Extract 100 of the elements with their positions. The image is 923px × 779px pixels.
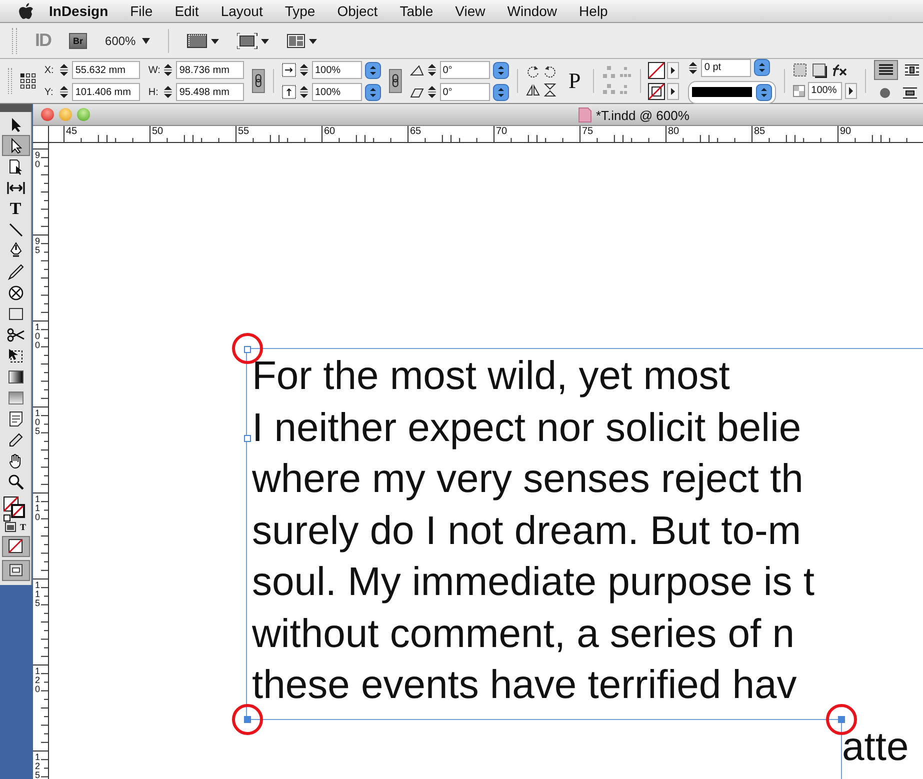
stepper-icon[interactable]: [298, 85, 309, 99]
menu-item[interactable]: Edit: [164, 3, 210, 19]
pen-tool-icon: [8, 242, 22, 259]
stroke-weight-field[interactable]: 0 pt: [701, 58, 752, 76]
h-label: H:: [148, 86, 160, 98]
app-logo: ID: [35, 30, 51, 51]
frame-handle[interactable]: [244, 716, 251, 723]
ruler-label: 45: [66, 126, 78, 137]
scale-y-icon: [282, 85, 296, 99]
text-line: without comment, a series of n: [252, 610, 794, 658]
corner-options-icon[interactable]: [793, 62, 810, 78]
menu-item[interactable]: Table: [388, 3, 444, 19]
frame-handle[interactable]: [838, 716, 845, 723]
rectangle-frame-icon: [8, 284, 24, 300]
dropdown-arrows-icon[interactable]: [492, 84, 509, 100]
stroke-swatch-icon[interactable]: [648, 83, 680, 100]
tool-button[interactable]: T: [2, 198, 30, 219]
y-position-field[interactable]: 101.406 mm: [72, 83, 140, 101]
drop-shadow-icon[interactable]: [812, 62, 828, 78]
apply-none-icon[interactable]: [2, 536, 30, 557]
ruler-label: 1 2 0: [35, 667, 40, 694]
type-tool-icon: T: [10, 200, 22, 217]
menu-item[interactable]: File: [119, 3, 164, 19]
formatting-container-icon[interactable]: [4, 522, 16, 532]
free-transform-icon: [8, 348, 24, 364]
dropdown-arrows-icon[interactable]: [364, 84, 381, 100]
shear-angle-icon: [410, 86, 424, 98]
stepper-icon[interactable]: [59, 63, 70, 77]
chain-link-icon[interactable]: [388, 66, 402, 96]
ruler-label: 80: [668, 126, 680, 137]
chain-link-icon[interactable]: [252, 66, 266, 96]
width-field[interactable]: 98.736 mm: [176, 61, 244, 79]
ruler-label: 1 2 5: [35, 753, 40, 779]
menu-item[interactable]: Type: [274, 3, 326, 19]
apple-logo-icon[interactable]: [18, 2, 34, 20]
frame-handle[interactable]: [244, 435, 251, 442]
flip-horizontal-icon[interactable]: [526, 83, 540, 97]
page-tool-icon: [8, 158, 24, 174]
stepper-icon[interactable]: [163, 63, 174, 77]
rectangle-tool-icon: [8, 306, 24, 320]
stepper-icon[interactable]: [298, 63, 309, 77]
view-options-icon[interactable]: [186, 32, 219, 48]
close-button[interactable]: [41, 108, 54, 121]
scale-y-field[interactable]: 100%: [312, 83, 362, 101]
arrange-documents-icon[interactable]: [286, 32, 319, 48]
stepper-icon[interactable]: [59, 85, 70, 99]
scale-x-field[interactable]: 100%: [312, 61, 362, 79]
ruler-label: 9 5: [35, 237, 40, 255]
screen-mode-icon[interactable]: [236, 32, 269, 48]
stepper-icon[interactable]: [426, 85, 437, 99]
menu-item[interactable]: Window: [496, 3, 568, 19]
view-mode-icon[interactable]: [2, 560, 30, 581]
stepper-icon[interactable]: [426, 63, 437, 77]
dropdown-arrows-icon[interactable]: [754, 59, 770, 76]
dropdown-arrows-icon[interactable]: [756, 84, 772, 100]
rotation-field[interactable]: 0°: [440, 61, 490, 79]
menu-item[interactable]: View: [444, 3, 496, 19]
direct-selection-arrow-icon: [8, 138, 22, 154]
opacity-field[interactable]: 100%: [808, 82, 842, 100]
dropdown-arrows-icon[interactable]: [364, 62, 381, 78]
no-text-wrap-icon[interactable]: [874, 60, 898, 80]
text-frame-glyph[interactable]: P: [564, 68, 585, 94]
rotation-angle-icon: [410, 64, 424, 76]
rotate-clockwise-icon[interactable]: [526, 65, 540, 79]
effects-icon[interactable]: [831, 62, 850, 78]
frame-handle[interactable]: [244, 346, 251, 353]
y-label: Y:: [44, 86, 54, 98]
stroke-type-dropdown[interactable]: [688, 80, 776, 104]
fill-swatch-icon[interactable]: [648, 62, 680, 79]
flip-vertical-icon[interactable]: [542, 83, 557, 97]
stepper-icon[interactable]: [688, 60, 698, 74]
ruler-label: 9 0: [35, 151, 40, 169]
menu-item[interactable]: Object: [326, 3, 389, 19]
text-line: atte: [842, 725, 909, 770]
zoom-level-dropdown[interactable]: 600%: [105, 34, 150, 48]
line-tool-icon: [8, 222, 24, 238]
ruler-label: 65: [410, 126, 422, 137]
dropdown-arrows-icon[interactable]: [492, 62, 509, 78]
ruler-label: 1 0 5: [35, 409, 40, 436]
pencil-tool-icon: [8, 264, 24, 280]
menu-item[interactable]: Help: [568, 3, 619, 19]
bridge-button[interactable]: Br: [69, 32, 88, 48]
ruler-label: 85: [754, 126, 766, 137]
ruler-label: 75: [582, 126, 594, 137]
formatting-text-button[interactable]: T: [20, 522, 26, 532]
shear-field[interactable]: 0°: [440, 83, 490, 101]
stepper-icon[interactable]: [163, 85, 174, 99]
text-line: where my very senses reject th: [252, 456, 804, 503]
rotate-counterclockwise-icon[interactable]: [542, 65, 557, 79]
text-line: For the most wild, yet most: [252, 353, 730, 400]
ruler-label: 70: [496, 126, 508, 137]
ruler-label: 1 0 0: [35, 323, 40, 350]
app-menu[interactable]: InDesign: [38, 3, 120, 19]
tool-button[interactable]: [2, 135, 30, 156]
note-icon: [8, 410, 22, 426]
reference-point-icon[interactable]: [20, 71, 36, 91]
x-position-field[interactable]: 55.632 mm: [72, 61, 140, 79]
ruler-label: 90: [840, 126, 852, 137]
height-field[interactable]: 95.498 mm: [176, 83, 244, 101]
menu-item[interactable]: Layout: [210, 3, 274, 19]
